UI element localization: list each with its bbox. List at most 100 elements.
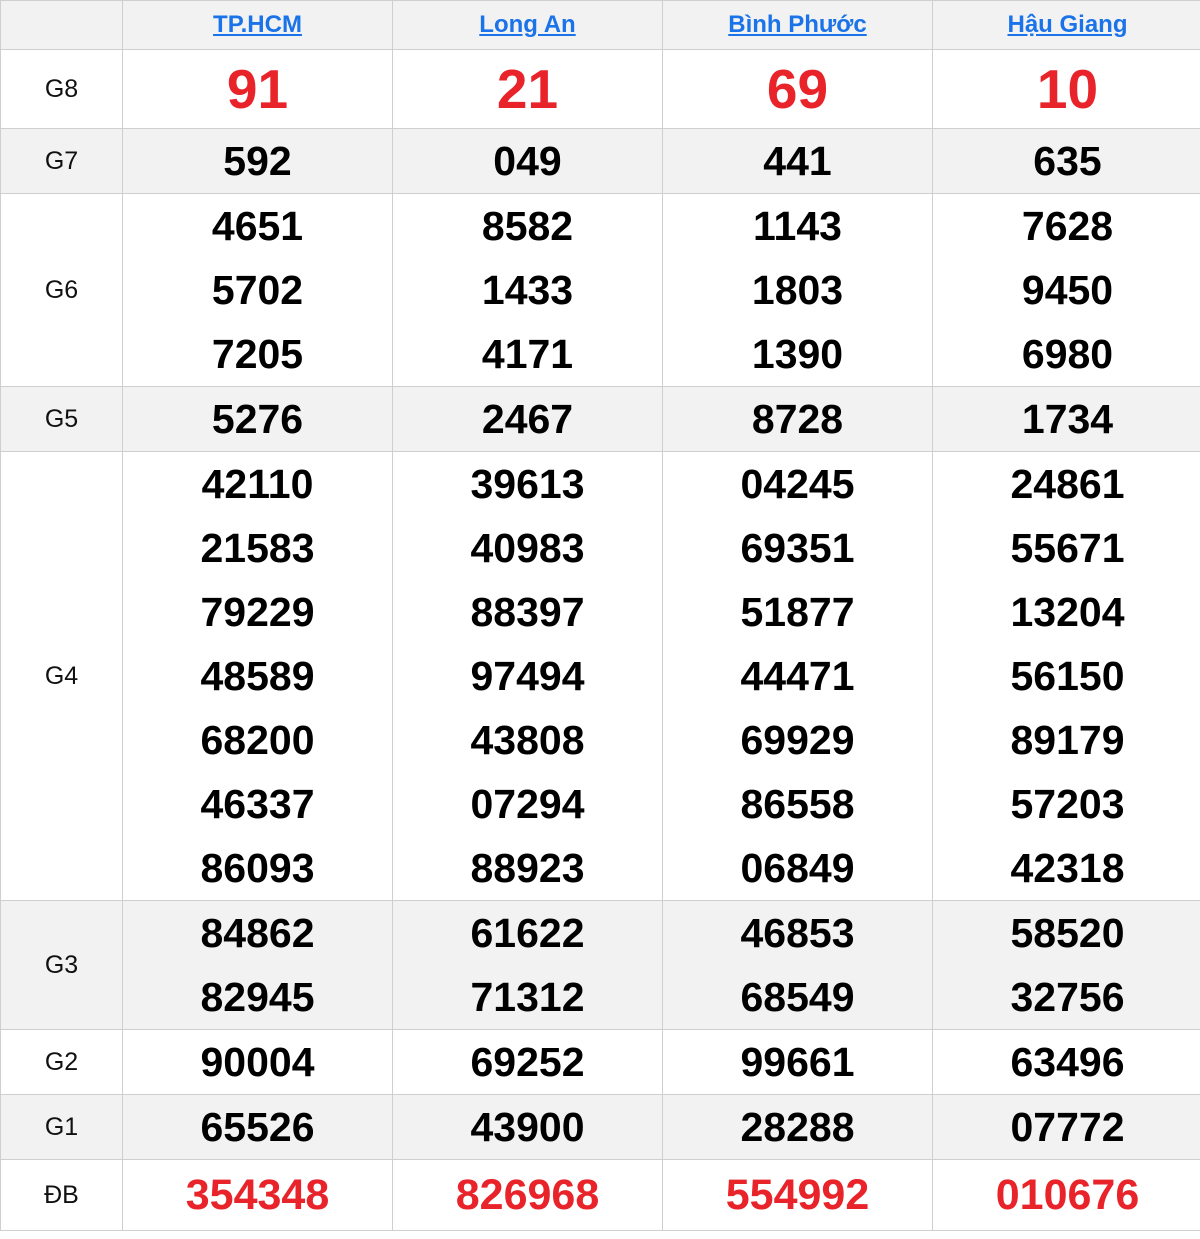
prize-label: G6 xyxy=(0,193,123,387)
prize-row-g3: G3 84862 82945 61622 71312 46853 68549 5… xyxy=(0,900,1200,1030)
prize-label: G7 xyxy=(0,128,123,194)
prize-number: 5702 xyxy=(211,267,304,313)
prize-number: 69 xyxy=(766,58,829,120)
prize-number: 8582 xyxy=(481,203,574,249)
prize-cell: 4651 5702 7205 xyxy=(122,193,393,387)
prize-row-g5: G5 5276 2467 8728 1734 xyxy=(0,386,1200,452)
prize-cell: 354348 xyxy=(122,1159,393,1231)
prize-label: G3 xyxy=(0,900,123,1030)
prize-number: 592 xyxy=(223,138,292,184)
prize-cell: 049 xyxy=(392,128,663,194)
prize-row-g6: G6 4651 5702 7205 8582 1433 4171 1143 18… xyxy=(0,193,1200,387)
prize-number: 13204 xyxy=(1010,589,1125,635)
prize-cell: 42110 21583 79229 48589 68200 46337 8609… xyxy=(122,451,393,901)
prize-row-g7: G7 592 049 441 635 xyxy=(0,128,1200,194)
prize-cell: 8582 1433 4171 xyxy=(392,193,663,387)
prize-number: 07772 xyxy=(1010,1104,1125,1150)
prize-number: 51877 xyxy=(740,589,855,635)
prize-number: 635 xyxy=(1033,138,1102,184)
prize-cell: 65526 xyxy=(122,1094,393,1160)
prize-label: G2 xyxy=(0,1029,123,1095)
prize-label: ĐB xyxy=(0,1159,123,1231)
prize-cell: 58520 32756 xyxy=(932,900,1200,1030)
prize-number: 39613 xyxy=(470,461,585,507)
prize-row-g2: G2 90004 69252 99661 63496 xyxy=(0,1029,1200,1095)
prize-cell: 24861 55671 13204 56150 89179 57203 4231… xyxy=(932,451,1200,901)
prize-number: 89179 xyxy=(1010,717,1125,763)
prize-number: 65526 xyxy=(200,1104,315,1150)
province-link-binh-phuoc[interactable]: Bình Phước xyxy=(728,11,866,38)
prize-number: 554992 xyxy=(725,1171,870,1219)
prize-number: 79229 xyxy=(200,589,315,635)
prize-number: 7205 xyxy=(211,331,304,377)
prize-number: 4171 xyxy=(481,331,574,377)
prize-number: 68549 xyxy=(740,974,855,1020)
prize-number: 4651 xyxy=(211,203,304,249)
prize-cell: 2467 xyxy=(392,386,663,452)
prize-cell: 5276 xyxy=(122,386,393,452)
prize-number: 06849 xyxy=(740,845,855,891)
prize-number: 5276 xyxy=(211,396,304,442)
prize-number: 90004 xyxy=(200,1039,315,1085)
prize-number: 99661 xyxy=(740,1039,855,1085)
header-row: TP.HCM Long An Bình Phước Hậu Giang xyxy=(0,0,1200,50)
prize-cell: 91 xyxy=(122,49,393,129)
prize-cell: 1143 1803 1390 xyxy=(662,193,933,387)
prize-row-g1: G1 65526 43900 28288 07772 xyxy=(0,1094,1200,1160)
prize-number: 84862 xyxy=(200,910,315,956)
prize-number: 21583 xyxy=(200,525,315,571)
prize-number: 1433 xyxy=(481,267,574,313)
prize-number: 1803 xyxy=(751,267,844,313)
prize-number: 6980 xyxy=(1021,331,1114,377)
header-corner xyxy=(0,0,123,50)
prize-cell: 63496 xyxy=(932,1029,1200,1095)
prize-number: 71312 xyxy=(470,974,585,1020)
prize-number: 2467 xyxy=(481,396,574,442)
prize-cell: 99661 xyxy=(662,1029,933,1095)
prize-number: 40983 xyxy=(470,525,585,571)
prize-number: 97494 xyxy=(470,653,585,699)
prize-cell: 04245 69351 51877 44471 69929 86558 0684… xyxy=(662,451,933,901)
prize-number: 48589 xyxy=(200,653,315,699)
lottery-results-table: TP.HCM Long An Bình Phước Hậu Giang G8 9… xyxy=(0,0,1200,1231)
prize-number: 354348 xyxy=(185,1171,330,1219)
prize-label: G1 xyxy=(0,1094,123,1160)
prize-cell: 1734 xyxy=(932,386,1200,452)
prize-label: G4 xyxy=(0,451,123,901)
prize-row-g8: G8 91 21 69 10 xyxy=(0,49,1200,129)
prize-number: 43808 xyxy=(470,717,585,763)
prize-number: 1143 xyxy=(753,203,842,249)
province-link-long-an[interactable]: Long An xyxy=(479,11,575,38)
prize-number: 04245 xyxy=(740,461,855,507)
prize-number: 441 xyxy=(763,138,832,184)
prize-cell: 46853 68549 xyxy=(662,900,933,1030)
prize-number: 91 xyxy=(226,58,289,120)
prize-cell: 826968 xyxy=(392,1159,663,1231)
prize-label: G8 xyxy=(0,49,123,129)
prize-number: 69929 xyxy=(740,717,855,763)
prize-cell: 10 xyxy=(932,49,1200,129)
prize-number: 44471 xyxy=(740,653,855,699)
prize-cell: 69 xyxy=(662,49,933,129)
prize-number: 7628 xyxy=(1021,203,1114,249)
prize-number: 8728 xyxy=(751,396,844,442)
prize-number: 43900 xyxy=(470,1104,585,1150)
prize-cell: 010676 xyxy=(932,1159,1200,1231)
prize-number: 58520 xyxy=(1010,910,1125,956)
prize-cell: 90004 xyxy=(122,1029,393,1095)
prize-number: 86558 xyxy=(740,781,855,827)
province-link-hau-giang[interactable]: Hậu Giang xyxy=(1007,11,1127,38)
prize-row-special: ĐB 354348 826968 554992 010676 xyxy=(0,1159,1200,1231)
prize-cell: 07772 xyxy=(932,1094,1200,1160)
prize-row-g4: G4 42110 21583 79229 48589 68200 46337 8… xyxy=(0,451,1200,901)
prize-number: 42318 xyxy=(1010,845,1125,891)
prize-number: 88397 xyxy=(470,589,585,635)
prize-number: 28288 xyxy=(740,1104,855,1150)
prize-number: 46337 xyxy=(200,781,315,827)
prize-cell: 554992 xyxy=(662,1159,933,1231)
prize-number: 63496 xyxy=(1010,1039,1125,1085)
prize-number: 10 xyxy=(1036,58,1099,120)
prize-number: 69252 xyxy=(470,1039,585,1085)
province-link-tphcm[interactable]: TP.HCM xyxy=(213,11,302,38)
prize-number: 010676 xyxy=(995,1171,1140,1219)
